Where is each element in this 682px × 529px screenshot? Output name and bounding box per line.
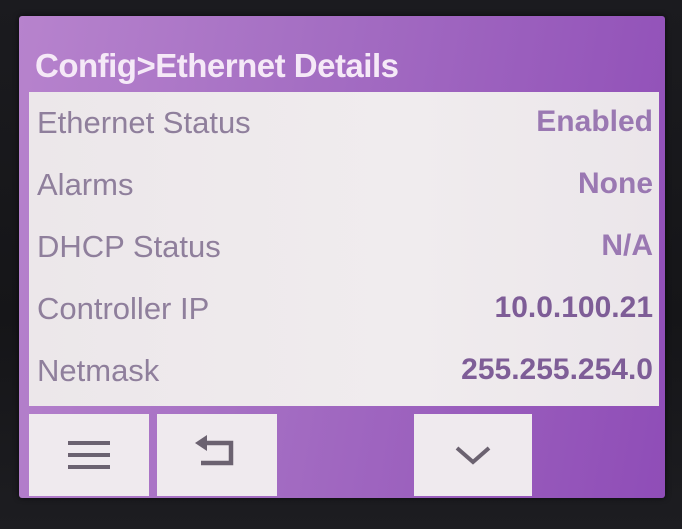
back-button[interactable] xyxy=(157,414,277,496)
detail-row-dhcp-status: DHCP Status N/A xyxy=(29,216,659,278)
chevron-down-icon xyxy=(453,443,493,467)
page-title: Config>Ethernet Details xyxy=(35,47,399,84)
alarms-value: None xyxy=(578,167,653,200)
detail-row-controller-ip: Controller IP 10.0.100.21 xyxy=(29,278,659,340)
title-bar: Config>Ethernet Details xyxy=(19,16,665,92)
device-bezel: Config>Ethernet Details Ethernet Status … xyxy=(0,0,682,529)
return-arrow-icon xyxy=(191,433,243,477)
alarms-label: Alarms xyxy=(37,167,134,202)
netmask-label: Netmask xyxy=(37,353,160,388)
soft-button-bar xyxy=(19,406,665,498)
ethernet-details-panel: Ethernet Status Enabled Alarms None DHCP… xyxy=(29,92,659,406)
ethernet-status-value: Enabled xyxy=(536,105,653,138)
controller-ip-value: 10.0.100.21 xyxy=(494,291,653,324)
dhcp-status-value: N/A xyxy=(601,229,653,262)
detail-row-netmask: Netmask 255.255.254.0 xyxy=(29,340,659,402)
dhcp-status-label: DHCP Status xyxy=(37,229,221,264)
lcd-screen: Config>Ethernet Details Ethernet Status … xyxy=(19,16,665,498)
detail-row-alarms: Alarms None xyxy=(29,154,659,216)
ethernet-status-label: Ethernet Status xyxy=(37,105,251,140)
controller-ip-label: Controller IP xyxy=(37,291,210,326)
scroll-down-button[interactable] xyxy=(414,414,532,496)
netmask-value: 255.255.254.0 xyxy=(461,353,653,386)
hamburger-menu-icon xyxy=(65,435,113,475)
detail-row-ethernet-status: Ethernet Status Enabled xyxy=(29,92,659,154)
menu-button[interactable] xyxy=(29,414,149,496)
